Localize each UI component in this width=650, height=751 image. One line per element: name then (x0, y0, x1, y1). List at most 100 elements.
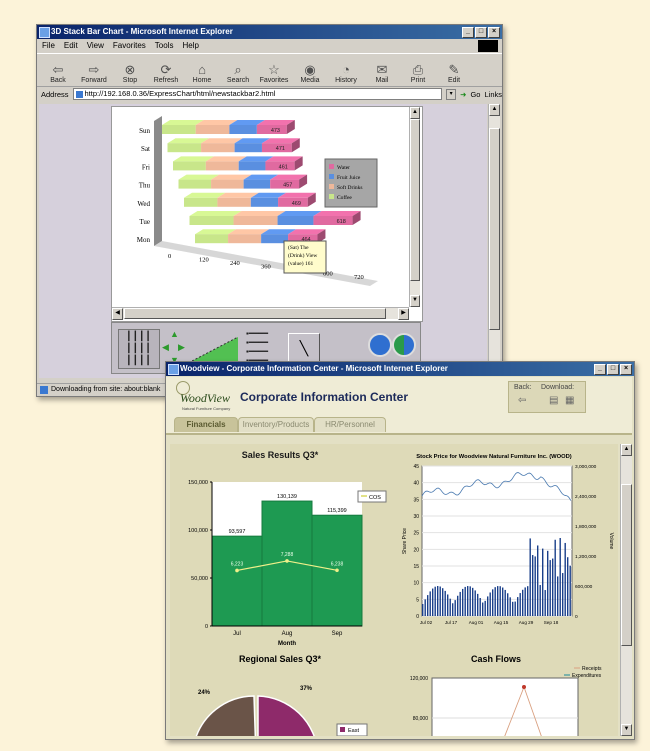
bar-layout-control[interactable]: ┃┃┃┃ ┃┃┃┃ ┃┃┃┃ (118, 329, 160, 369)
legend-swatch (329, 194, 334, 199)
legend-label: Expenditures (572, 673, 602, 679)
volume-bar (537, 545, 539, 616)
volume-bar (507, 593, 509, 616)
maximize-button[interactable]: □ (475, 27, 487, 38)
total-label: 473 (271, 128, 280, 134)
address-input[interactable]: http://192.168.0.36/ExpressChart/html/ne… (72, 88, 443, 100)
tab-financials[interactable]: Financials (174, 417, 238, 432)
scroll-left-button[interactable]: ◀ (112, 308, 123, 320)
chart-horizontal-scrollbar[interactable]: ◀ ▶ (112, 307, 409, 320)
right-tick-label: 2,400,000 (575, 494, 597, 500)
search-button[interactable]: ⌕ Search (223, 62, 253, 86)
mail-button[interactable]: ✉ Mail (367, 62, 397, 86)
nav-box: Back: Download: ⇦ ▤ ▦ (508, 381, 586, 413)
back-arrow-icon[interactable]: ⇦ (518, 395, 526, 406)
status-text: Downloading from site: about:blank (51, 386, 161, 393)
minimize-button[interactable]: _ (594, 364, 606, 375)
scroll-up-button[interactable]: ▲ (410, 107, 420, 119)
chart-vertical-scrollbar[interactable]: ▲ ▼ (409, 107, 420, 307)
pointer-tool-button[interactable]: ╲ (288, 333, 320, 363)
bar-segment (250, 197, 279, 207)
history-button[interactable]: ◔ History (331, 62, 361, 86)
rotate-left-icon[interactable]: ◀ (162, 342, 169, 353)
financials-content: Sales Results Q3* 150,000 100,000 50,000 0 93… (170, 444, 618, 736)
media-button[interactable]: ◉ Media (295, 62, 325, 86)
tab-inventory-products[interactable]: Inventory/Products (238, 417, 314, 432)
refresh-button[interactable]: ⟳ Refresh (151, 62, 181, 86)
volume-bar (439, 586, 441, 616)
cos-point (335, 568, 339, 573)
close-button[interactable]: × (488, 27, 500, 38)
menu-edit[interactable]: Edit (64, 39, 78, 53)
stop-button[interactable]: ⊗ Stop (115, 62, 145, 86)
ie-icon (168, 364, 179, 375)
favorites-button[interactable]: ☆ Favorites (259, 62, 289, 86)
menu-help[interactable]: Help (182, 39, 198, 53)
forward-label: Forward (81, 77, 107, 84)
scroll-up-button[interactable]: ▲ (621, 444, 632, 456)
tab-hr-personnel[interactable]: HR/Personnel (314, 417, 386, 432)
woodview-title-bar[interactable]: Woodview - Corporate Information Center … (166, 362, 634, 376)
go-arrow-icon[interactable]: ➜ (460, 90, 466, 99)
scroll-down-button[interactable]: ▼ (410, 295, 420, 307)
total-label: 461 (279, 164, 288, 170)
y-tick-label: 120,000 (410, 676, 428, 682)
bar-segment (205, 161, 239, 171)
refresh-icon: ⟳ (160, 62, 172, 77)
volume-bar (532, 555, 534, 616)
maximize-button[interactable]: □ (607, 364, 619, 375)
volume-bar (564, 542, 566, 616)
volume-bar (429, 591, 431, 616)
menu-favorites[interactable]: Favorites (113, 39, 146, 53)
close-button[interactable]: × (620, 364, 632, 375)
menu-view[interactable]: View (87, 39, 104, 53)
globe-color-button[interactable] (392, 333, 416, 357)
scroll-right-button[interactable]: ▶ (398, 308, 409, 320)
scroll-thumb[interactable] (410, 119, 420, 281)
menu-tools[interactable]: Tools (155, 39, 174, 53)
home-button[interactable]: ⌂ Home (187, 62, 217, 86)
volume-bar (482, 602, 484, 616)
bar-segment (277, 216, 314, 225)
left-tick-label: 45 (413, 464, 419, 470)
window-title-bar[interactable]: 3D Stack Bar Chart - Microsoft Internet … (37, 25, 502, 39)
volume-bar (554, 539, 556, 616)
volume-bar (464, 586, 466, 616)
print-button[interactable]: ⎙ Print (403, 62, 433, 86)
volume-bar (459, 591, 461, 616)
x-tick-label: Jul 02 (420, 620, 433, 625)
ie-window-woodview: Woodview - Corporate Information Center … (165, 361, 635, 740)
depth-slider-icon[interactable] (192, 335, 242, 363)
scroll-down-button[interactable]: ▼ (621, 724, 632, 736)
y-tick-label: 100,000 (188, 528, 208, 534)
page-scroll-up-button[interactable]: ▲ (489, 104, 500, 116)
ie-icon (39, 27, 50, 38)
address-dropdown-button[interactable]: ▾ (446, 88, 457, 100)
woodview-window-title: Woodview - Corporate Information Center … (180, 364, 448, 373)
pie-slice-37 (257, 695, 315, 736)
bar-value-label: 93,597 (229, 529, 246, 535)
scroll-thumb[interactable] (621, 484, 632, 646)
links-button[interactable]: Links (484, 90, 502, 99)
woodview-vertical-scrollbar[interactable]: ▲ ▼ (620, 444, 632, 736)
edit-button[interactable]: ✎ Edit (439, 62, 469, 86)
chart-applet: Sun 473 Sat 471 Fri 461 Thu 457 Wed 469 Tue 618 Mon 4… (111, 106, 423, 322)
minimize-button[interactable]: _ (462, 27, 474, 38)
h-scroll-thumb[interactable] (124, 308, 386, 319)
forward-button[interactable]: ⇨ Forward (79, 62, 109, 86)
page-scroll-thumb[interactable] (489, 128, 500, 330)
media-icon: ◉ (304, 62, 316, 77)
download-doc-icon[interactable]: ▤ (549, 395, 558, 406)
menu-file[interactable]: File (42, 39, 55, 53)
back-button[interactable]: ⇦ Back (43, 62, 73, 86)
page-vertical-scrollbar[interactable]: ▲ ▼ (488, 104, 500, 378)
download-sheet-icon[interactable]: ▦ (565, 395, 574, 406)
volume-bar (444, 590, 446, 616)
go-button[interactable]: Go (470, 90, 480, 99)
bar-segment (228, 234, 262, 244)
rotate-up-icon[interactable]: ▲ (170, 329, 179, 339)
rotate-right-icon[interactable]: ▶ (178, 342, 185, 353)
bar-segment-top (233, 211, 286, 216)
window-title: 3D Stack Bar Chart - Microsoft Internet … (51, 27, 233, 36)
globe-button[interactable] (368, 333, 392, 357)
